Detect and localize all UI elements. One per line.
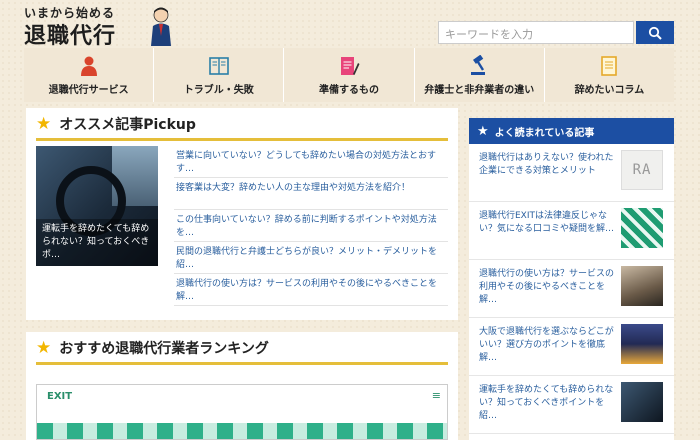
- star-icon: ★: [36, 338, 52, 358]
- document-pen-icon: [341, 56, 360, 75]
- nav-item-lawyer[interactable]: 弁護士と非弁業者の違い: [414, 48, 545, 102]
- pickup-title: オススメ記事Pickup: [59, 117, 196, 133]
- nav-label: 弁護士と非弁業者の違い: [424, 84, 535, 96]
- pickup-link[interactable]: この仕事向いていない？辞める前に判断するポイントや対処方法を…: [174, 210, 448, 242]
- star-icon: ★: [36, 114, 52, 134]
- exit-logo: EXIT: [47, 390, 73, 402]
- pickup-list: 営業に向いていない？どうしても辞めたい場合の対処方法とおすす… 接客業は大変？辞…: [174, 146, 448, 306]
- sidebar-article[interactable]: 退職代行EXITは法律違反じゃない？気になる口コミや疑問を解…: [469, 202, 674, 260]
- main-navigation: 退職代行サービス トラブル・失敗 準備するもの 弁護士と非弁業者の違い 辞めたい…: [24, 48, 675, 102]
- heading-underline: [36, 138, 448, 141]
- exit-banner-pattern: [37, 423, 447, 439]
- sidebar-article-title: 退職代行EXITは法律違反じゃない？気になる口コミや疑問を解…: [479, 211, 615, 234]
- search-button[interactable]: [636, 21, 674, 44]
- exit-banner-header: EXIT: [37, 385, 447, 407]
- sidebar-title: よく読まれている記事: [494, 127, 595, 139]
- featured-caption: 運転手を辞めたくても辞められない？知っておくべきポ…: [36, 219, 158, 266]
- nav-item-column[interactable]: 辞めたいコラム: [544, 48, 675, 102]
- search-icon: [648, 26, 662, 40]
- popular-articles-sidebar: ★ よく読まれている記事 退職代行はありえない？使われた企業にできる対策とメリッ…: [469, 118, 674, 440]
- nav-item-preparation[interactable]: 準備するもの: [284, 48, 415, 102]
- book-icon: [208, 56, 229, 75]
- exit-banner-image[interactable]: EXIT ≡: [36, 384, 448, 440]
- pickup-heading: ★ オススメ記事Pickup: [36, 114, 196, 134]
- pickup-link[interactable]: 営業に向いていない？どうしても辞めたい場合の対処方法とおすす…: [174, 146, 448, 178]
- nav-label: 準備するもの: [319, 84, 379, 96]
- site-logo[interactable]: いまから始める 退職代行: [24, 4, 171, 49]
- thumbnail-logo-text: RA: [632, 162, 652, 178]
- pickup-link[interactable]: 接客業は大変？辞めたい人の主な理由や対処方法を紹介！: [174, 178, 448, 210]
- heading-underline: [36, 362, 448, 365]
- article-thumbnail: [621, 382, 663, 422]
- memo-icon: [601, 55, 618, 76]
- featured-article-card[interactable]: 運転手を辞めたくても辞められない？知っておくべきポ…: [36, 146, 158, 266]
- search-input[interactable]: キーワードを入力: [438, 21, 634, 44]
- ranking-title: おすすめ退職代行業者ランキング: [59, 341, 269, 357]
- pickup-link[interactable]: 民間の退職代行と弁護士どちらが良い？メリット・デメリットを紹…: [174, 242, 448, 274]
- sidebar-header: ★ よく読まれている記事: [469, 118, 674, 144]
- sidebar-article[interactable]: 大阪で退職代行を選ぶならどこがいい？選び方のポイントを徹底解…: [469, 318, 674, 376]
- sidebar-article[interactable]: 退職代行の使い方は？サービスの利用やその後にやるべきことを解…: [469, 260, 674, 318]
- nav-label: 退職代行サービス: [48, 84, 129, 96]
- nav-item-trouble[interactable]: トラブル・失敗: [154, 48, 285, 102]
- article-thumbnail: [621, 324, 663, 364]
- nav-label: 辞めたいコラム: [574, 84, 645, 96]
- hamburger-menu-icon: ≡: [431, 389, 441, 402]
- site-header: いまから始める 退職代行 キーワードを入力: [0, 0, 700, 49]
- ranking-heading: ★ おすすめ退職代行業者ランキング: [36, 338, 269, 358]
- sidebar-article-title: 運転手を辞めたくても辞められない？知っておくべきポイントを紹…: [479, 385, 614, 421]
- article-thumbnail: [621, 208, 663, 248]
- logo-site-name: 退職代行: [24, 23, 117, 49]
- article-thumbnail: RA: [621, 150, 663, 190]
- pickup-section: ★ オススメ記事Pickup 運転手を辞めたくても辞められない？知っておくべきポ…: [26, 108, 458, 320]
- nav-item-service[interactable]: 退職代行サービス: [24, 48, 155, 102]
- nav-label: トラブル・失敗: [183, 84, 254, 96]
- sidebar-article[interactable]: 退職代行はありえない？使われた企業にできる対策とメリット RA: [469, 144, 674, 202]
- ranking-section: ★ おすすめ退職代行業者ランキング EXIT ≡: [26, 332, 458, 440]
- article-thumbnail: [621, 266, 663, 306]
- sidebar-article-title: 退職代行の使い方は？サービスの利用やその後にやるべきことを解…: [479, 269, 615, 305]
- pickup-link[interactable]: 退職代行の使い方は？サービスの利用やその後にやるべきことを解…: [174, 274, 448, 306]
- gavel-icon: [471, 54, 486, 75]
- businessman-mascot-icon: [151, 7, 171, 46]
- star-icon: ★: [477, 123, 489, 139]
- sidebar-article-title: 大阪で退職代行を選ぶならどこがいい？選び方のポイントを徹底解…: [479, 327, 614, 363]
- sidebar-article[interactable]: 運転手を辞めたくても辞められない？知っておくべきポイントを紹…: [469, 376, 674, 434]
- sidebar-article-title: 退職代行はありえない？使われた企業にできる対策とメリット: [479, 153, 614, 176]
- person-icon: [80, 56, 97, 76]
